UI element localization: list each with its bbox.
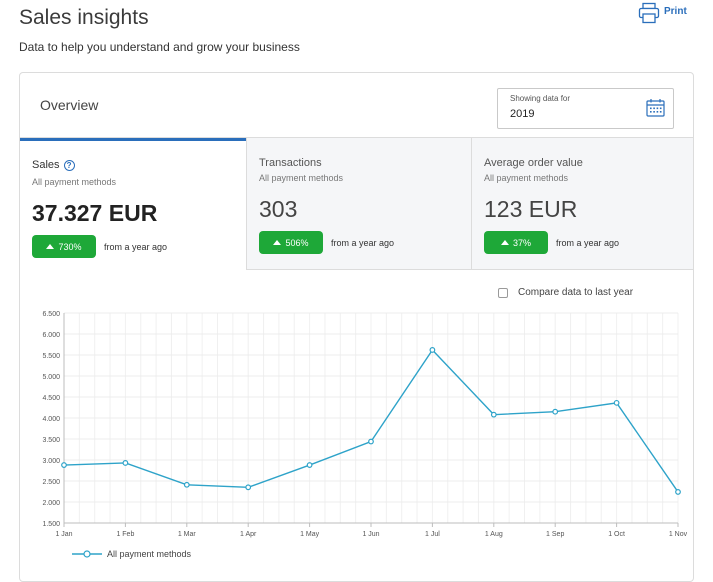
y-tick-label: 4.000 <box>42 416 60 423</box>
x-tick-label: 1 Jun <box>362 531 379 538</box>
y-tick-label: 2.000 <box>42 500 60 507</box>
y-tick-label: 4.500 <box>42 395 60 402</box>
data-point <box>490 411 497 418</box>
print-label: Print <box>664 6 687 17</box>
y-tick-label: 3.000 <box>42 458 60 465</box>
page-subtitle: Data to help you understand and grow you… <box>19 40 300 54</box>
data-point <box>613 399 620 406</box>
x-tick-label: 1 Feb <box>116 531 134 538</box>
data-point <box>552 408 559 415</box>
x-tick-label: 1 Mar <box>178 531 197 538</box>
x-tick-label: 1 Jan <box>55 531 72 538</box>
data-point <box>245 484 252 491</box>
data-point <box>429 347 436 353</box>
legend-label: All payment methods <box>107 549 192 559</box>
overview-card: Overview Showing data for 2019 Sales ? A… <box>19 72 694 582</box>
y-tick-label: 5.000 <box>42 374 60 381</box>
legend-marker <box>83 550 91 558</box>
data-point <box>368 438 374 445</box>
data-point <box>61 462 67 468</box>
print-button[interactable]: Print <box>638 2 698 24</box>
y-tick-label: 2.500 <box>42 479 60 486</box>
y-tick-label: 5.500 <box>42 353 60 360</box>
data-point <box>306 462 313 468</box>
data-point <box>183 481 190 488</box>
data-point <box>122 460 129 466</box>
y-tick-label: 6.000 <box>42 332 60 339</box>
x-tick-label: 1 Oct <box>608 531 625 538</box>
data-point <box>675 489 681 495</box>
x-tick-label: 1 Aug <box>485 531 503 538</box>
x-tick-label: 1 Apr <box>240 531 257 538</box>
y-tick-label: 1.500 <box>42 521 60 528</box>
page-title: Sales insights <box>19 6 149 29</box>
x-tick-label: 1 Sep <box>546 531 564 538</box>
x-tick-label: 1 May <box>300 531 320 538</box>
sales-line-chart: 1.500 2.000 2.500 3.000 3.500 4.000 4.500 5.000… <box>42 311 688 559</box>
y-tick-label: 3.500 <box>42 437 60 444</box>
printer-icon <box>638 2 660 24</box>
x-tick-label: 1 Nov <box>669 531 688 538</box>
y-tick-label: 6.500 <box>42 311 60 318</box>
x-tick-label: 1 Jul <box>425 531 440 538</box>
